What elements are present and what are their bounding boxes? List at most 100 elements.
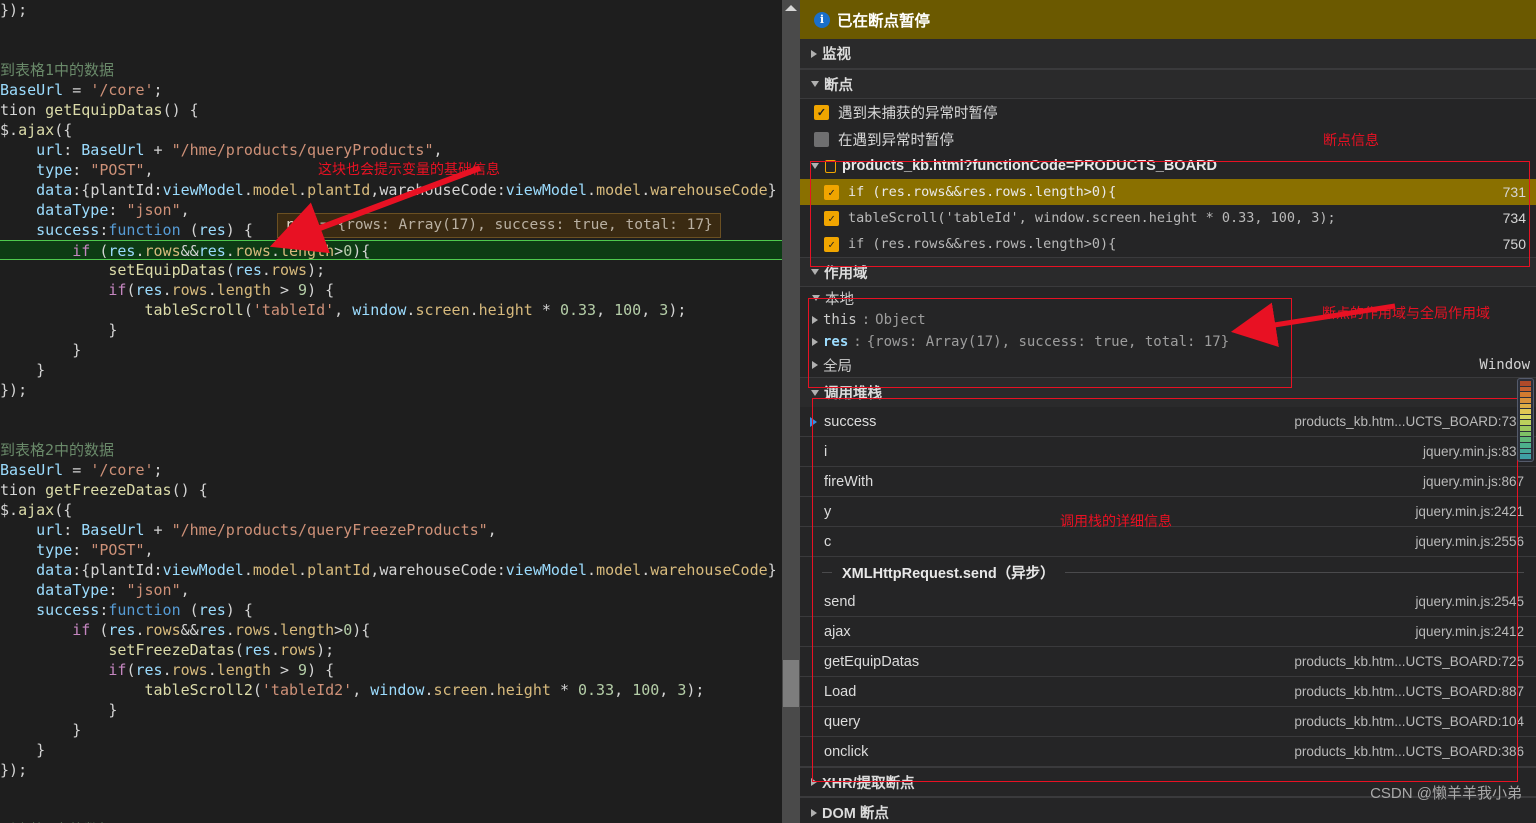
exception-option-row[interactable]: 在遇到异常时暂停: [800, 126, 1536, 153]
code-line[interactable]: [0, 800, 782, 820]
color-swatch[interactable]: [1520, 454, 1531, 459]
code-line[interactable]: 到表格2中的数据: [0, 440, 782, 460]
checkbox-icon[interactable]: ✓: [814, 105, 829, 120]
code-line[interactable]: data:{plantId:viewModel.model.plantId,wa…: [0, 180, 782, 200]
code-line[interactable]: [0, 20, 782, 40]
scope-entry[interactable]: res: {rows: Array(17), success: true, to…: [800, 331, 1536, 353]
code-line[interactable]: 到表格1中的数据: [0, 60, 782, 80]
source-code-pane[interactable]: }); 到表格1中的数据 BaseUrl = '/core'; tion getEq…: [0, 0, 782, 823]
code-line[interactable]: }: [0, 720, 782, 740]
code-vertical-scrollbar[interactable]: [782, 0, 800, 823]
color-swatch[interactable]: [1520, 397, 1531, 403]
code-line[interactable]: type: "POST",: [0, 540, 782, 560]
call-stack-row[interactable]: ajax jquery.min.js:2412: [800, 617, 1536, 647]
call-stack-row[interactable]: onclick products_kb.htm...UCTS_BOARD:386: [800, 737, 1536, 767]
call-stack-function-name: i: [824, 443, 828, 460]
code-line[interactable]: tableScroll2('tableId2', window.screen.h…: [0, 680, 782, 700]
section-scope[interactable]: 作用域: [800, 257, 1536, 287]
breakpoint-line-number: 731: [1502, 184, 1526, 200]
code-line[interactable]: }: [0, 320, 782, 340]
checkbox-icon[interactable]: ✓: [824, 210, 839, 226]
code-line[interactable]: setEquipDatas(res.rows);: [0, 260, 782, 280]
color-swatch[interactable]: [1520, 448, 1531, 454]
color-swatch[interactable]: [1520, 409, 1531, 414]
code-line-highlighted[interactable]: if (res.rows&&res.rows.length>0){: [0, 240, 782, 260]
color-swatch[interactable]: [1520, 420, 1531, 426]
code-line[interactable]: dataType: "json",: [0, 580, 782, 600]
scroll-up-icon[interactable]: [785, 5, 797, 11]
code-line[interactable]: }: [0, 340, 782, 360]
scope-entry-value: Object: [875, 312, 926, 328]
debugger-sidebar[interactable]: i 已在断点暂停 监视 断点 ✓ 遇到未捕获的异常时暂停 在遇到异常时暂停 prod…: [800, 0, 1536, 823]
breakpoint-file-group[interactable]: products_kb.html?functionCode=PRODUCTS_B…: [800, 153, 1536, 179]
scope-entry-sep: :: [861, 312, 871, 328]
exception-option-label: 遇到未捕获的异常时暂停: [838, 106, 998, 122]
code-line[interactable]: }: [0, 700, 782, 720]
code-line[interactable]: url: BaseUrl + "/hme/products/queryProdu…: [0, 140, 782, 160]
color-swatch[interactable]: [1520, 381, 1531, 386]
code-line[interactable]: });: [0, 0, 782, 20]
code-line[interactable]: tableScroll('tableId', window.screen.hei…: [0, 300, 782, 320]
code-lines[interactable]: }); 到表格1中的数据 BaseUrl = '/core'; tion getEq…: [0, 0, 782, 823]
section-watch[interactable]: 监视: [800, 39, 1536, 69]
checkbox-icon[interactable]: [814, 132, 829, 147]
exception-option-row[interactable]: ✓ 遇到未捕获的异常时暂停: [800, 99, 1536, 126]
code-line[interactable]: BaseUrl = '/core';: [0, 460, 782, 480]
code-line[interactable]: }: [0, 360, 782, 380]
code-line[interactable]: $.ajax({: [0, 500, 782, 520]
exception-option-label: 在遇到异常时暂停: [838, 133, 954, 149]
chevron-right-icon: [812, 361, 818, 369]
code-line[interactable]: }: [0, 740, 782, 760]
scope-global-header[interactable]: 全局 Window: [800, 353, 1536, 377]
code-line[interactable]: if (res.rows&&res.rows.length>0){: [0, 620, 782, 640]
code-line[interactable]: $.ajax({: [0, 120, 782, 140]
checkbox-icon[interactable]: ✓: [824, 184, 839, 200]
color-swatch[interactable]: [1520, 431, 1531, 437]
code-line[interactable]: data:{plantId:viewModel.model.plantId,wa…: [0, 560, 782, 580]
color-swatch[interactable]: [1520, 403, 1531, 409]
checkbox-icon[interactable]: ✓: [824, 236, 839, 252]
color-swatch[interactable]: [1520, 392, 1531, 397]
scrollbar-thumb[interactable]: [783, 660, 799, 707]
code-line[interactable]: [0, 780, 782, 800]
code-line[interactable]: success:function (res) {: [0, 600, 782, 620]
code-line[interactable]: BaseUrl = '/core';: [0, 80, 782, 100]
call-stack-row[interactable]: i jquery.min.js:839: [800, 437, 1536, 467]
section-breakpoints[interactable]: 断点: [800, 69, 1536, 99]
code-line[interactable]: if(res.rows.length > 9) {: [0, 280, 782, 300]
scope-entry-value: {rows: Array(17), success: true, total: …: [866, 334, 1230, 350]
color-swatch[interactable]: [1520, 437, 1531, 443]
breakpoint-row[interactable]: ✓ tableScroll('tableId', window.screen.he…: [800, 205, 1536, 231]
current-frame-icon: [810, 416, 817, 427]
code-line[interactable]: [0, 40, 782, 60]
call-stack-row[interactable]: getEquipDatas products_kb.htm...UCTS_BOAR…: [800, 647, 1536, 677]
code-line[interactable]: setFreezeDatas(res.rows);: [0, 640, 782, 660]
code-line[interactable]: url: BaseUrl + "/hme/products/queryFreez…: [0, 520, 782, 540]
breakpoint-row[interactable]: ✓ if (res.rows&&res.rows.length>0){750: [800, 231, 1536, 257]
call-stack-source: products_kb.htm...UCTS_BOARD:725: [1294, 654, 1524, 669]
call-stack-row[interactable]: query products_kb.htm...UCTS_BOARD:104: [800, 707, 1536, 737]
code-line[interactable]: });: [0, 760, 782, 780]
breakpoint-row[interactable]: ✓ if (res.rows&&res.rows.length>0){731: [800, 179, 1536, 205]
color-swatch[interactable]: [1520, 386, 1531, 392]
code-line[interactable]: tion getFreezeDatas() {: [0, 480, 782, 500]
devtools-window: }); 到表格1中的数据 BaseUrl = '/core'; tion getEq…: [0, 0, 1536, 823]
code-line[interactable]: tion getEquipDatas() {: [0, 100, 782, 120]
code-line[interactable]: [0, 420, 782, 440]
call-stack-function-name: fireWith: [824, 473, 874, 490]
color-swatch[interactable]: [1520, 443, 1531, 448]
call-stack-row[interactable]: Load products_kb.htm...UCTS_BOARD:887: [800, 677, 1536, 707]
section-call-stack[interactable]: 调用堆栈: [800, 377, 1536, 407]
color-gradient-strip[interactable]: [1517, 378, 1534, 462]
code-line[interactable]: [0, 400, 782, 420]
call-stack-row[interactable]: fireWith jquery.min.js:867: [800, 467, 1536, 497]
code-line[interactable]: });: [0, 380, 782, 400]
color-swatch[interactable]: [1520, 414, 1531, 420]
call-stack-row[interactable]: c jquery.min.js:2556: [800, 527, 1536, 557]
call-stack-row[interactable]: success products_kb.htm...UCTS_BOARD:731: [800, 407, 1536, 437]
call-stack-function-name: send: [824, 593, 856, 610]
call-stack-source: products_kb.htm...UCTS_BOARD:104: [1294, 714, 1524, 729]
code-line[interactable]: if(res.rows.length > 9) {: [0, 660, 782, 680]
color-swatch[interactable]: [1520, 426, 1531, 431]
call-stack-row[interactable]: send jquery.min.js:2545: [800, 587, 1536, 617]
